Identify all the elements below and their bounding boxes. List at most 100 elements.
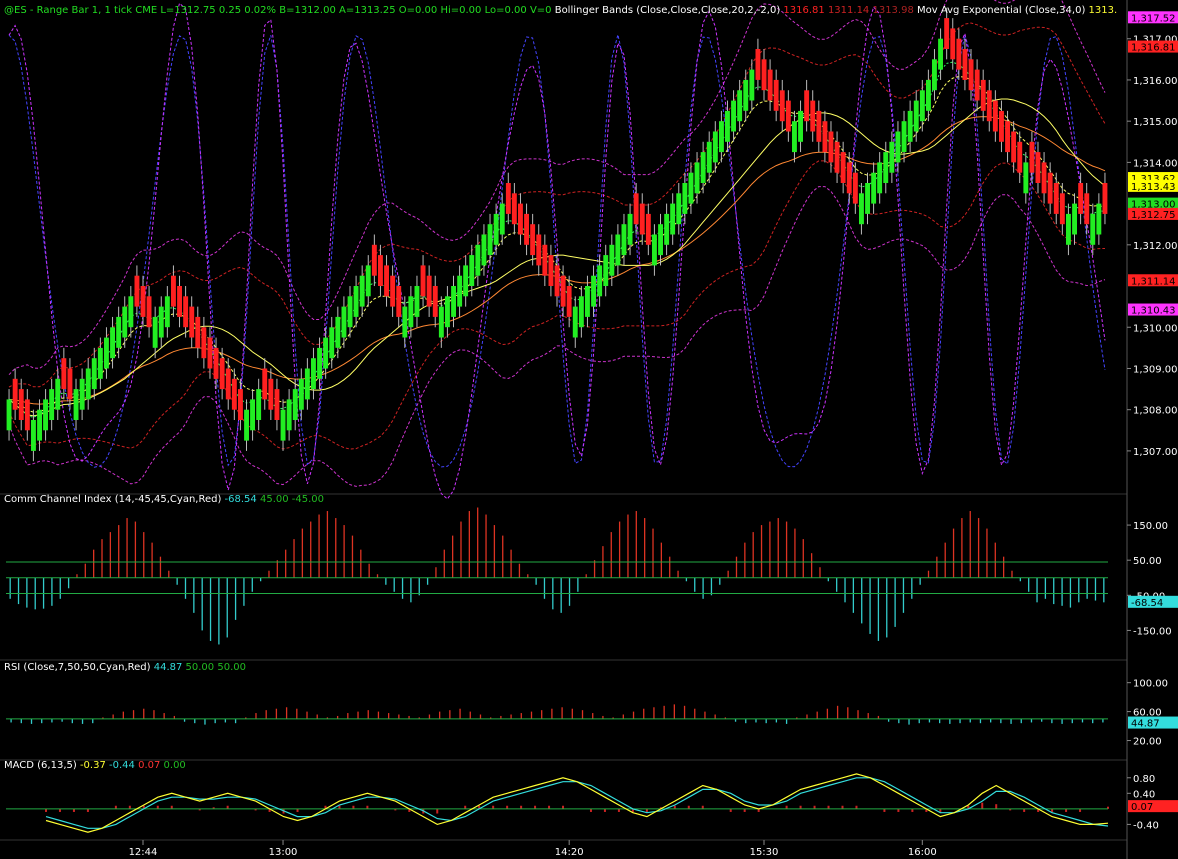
- candle-72: [445, 296, 450, 328]
- price-marker-label-3: 1,313.43: [1131, 182, 1176, 193]
- candle-174: [1066, 213, 1071, 245]
- header-value-7: Lo=0.00: [485, 5, 530, 16]
- candle-157: [962, 49, 968, 80]
- candle-50: [311, 358, 316, 390]
- cci-legend-value-0: -68.54: [225, 494, 260, 505]
- candle-16: [104, 337, 109, 369]
- candle-55: [341, 306, 347, 338]
- candle-170: [1041, 162, 1047, 194]
- price-tick-label-7: 1,308.00: [1133, 406, 1178, 417]
- candle-29: [183, 296, 189, 328]
- indicator-ema-value: 1313.: [1089, 5, 1118, 16]
- candle-91: [560, 275, 566, 307]
- candle-32: [201, 327, 207, 359]
- candle-61: [378, 255, 383, 286]
- candle-13: [85, 368, 91, 400]
- candle-54: [335, 316, 341, 348]
- candle-69: [426, 275, 432, 307]
- candle-57: [353, 286, 359, 317]
- candle-103: [633, 193, 639, 225]
- candle-87: [536, 234, 542, 266]
- candle-7: [49, 389, 55, 420]
- candle-45: [280, 409, 286, 441]
- price-marker-label-0: 1,317.52: [1131, 13, 1176, 24]
- candle-131: [804, 90, 810, 122]
- candle-159: [974, 69, 980, 101]
- header-value-6: Hi=0.00: [440, 5, 484, 16]
- header-value-5: O=0.00: [399, 5, 441, 16]
- rsi-tick-label-0: 100.00: [1133, 679, 1168, 690]
- candle-158: [968, 59, 974, 91]
- candle-130: [798, 110, 803, 142]
- candle-97: [597, 265, 603, 297]
- candle-95: [585, 286, 590, 317]
- time-tick-label-4: 16:00: [908, 847, 937, 858]
- candle-179: [1096, 203, 1102, 235]
- cci-legend-value-1: 45.00: [260, 494, 292, 505]
- price-marker-label-6: 1,311.14: [1131, 276, 1176, 287]
- candle-128: [785, 100, 791, 132]
- candle-3: [24, 399, 30, 431]
- candle-176: [1078, 183, 1084, 214]
- candle-34: [213, 347, 219, 379]
- candle-68: [420, 265, 426, 297]
- candle-46: [286, 399, 292, 431]
- candle-108: [664, 213, 670, 245]
- candle-106: [652, 234, 657, 266]
- chart-header: @ES - Range Bar 1, 1 tick CME L=1312.75 …: [4, 5, 1117, 16]
- time-tick-label-2: 14:20: [555, 847, 584, 858]
- time-tick-label-0: 12:44: [129, 847, 158, 858]
- candle-42: [262, 368, 268, 400]
- cci-last-label: -68.54: [1131, 598, 1163, 609]
- macd-title: MACD (6,13,5) -0.37 -0.44 0.07 0.00: [4, 760, 186, 771]
- candle-21: [134, 275, 140, 307]
- macd-legend-value-0: -0.37: [80, 760, 109, 771]
- candle-63: [390, 275, 396, 307]
- candle-138: [846, 162, 852, 194]
- candle-48: [298, 378, 304, 410]
- price-tick-label-6: 1,309.00: [1133, 364, 1178, 375]
- macd-legend-value-2: 0.07: [138, 760, 163, 771]
- candle-110: [676, 193, 682, 225]
- candle-86: [530, 224, 536, 256]
- header-value-1: 0.25: [219, 5, 244, 16]
- candle-84: [518, 203, 523, 235]
- candle-85: [524, 213, 529, 245]
- candle-161: [986, 90, 992, 122]
- cci-tick-label-1: 50.00: [1133, 556, 1162, 567]
- candle-126: [773, 79, 779, 111]
- candle-164: [1005, 121, 1010, 153]
- candle-122: [749, 69, 755, 101]
- candle-76: [469, 255, 475, 286]
- candle-117: [719, 121, 724, 153]
- candle-77: [475, 244, 481, 276]
- candle-70: [432, 286, 438, 317]
- candle-27: [171, 275, 176, 307]
- indicator-bollinger-value-2: 1313.98: [872, 5, 917, 16]
- price-tick-label-8: 1,307.00: [1133, 447, 1178, 458]
- candle-8: [55, 378, 61, 410]
- price-tick-label-2: 1,315.00: [1133, 117, 1178, 128]
- candle-143: [877, 162, 883, 194]
- candle-6: [43, 399, 48, 431]
- candle-47: [292, 389, 298, 420]
- candle-178: [1090, 213, 1096, 245]
- candle-5: [37, 409, 42, 441]
- candle-118: [725, 110, 730, 142]
- candle-37: [231, 378, 237, 410]
- candle-79: [487, 224, 493, 256]
- candle-165: [1011, 131, 1017, 163]
- candle-140: [859, 193, 864, 225]
- candle-74: [457, 275, 463, 307]
- candle-177: [1084, 193, 1090, 225]
- candle-15: [97, 347, 103, 379]
- candle-152: [932, 59, 937, 91]
- candle-65: [402, 306, 408, 338]
- candle-111: [682, 183, 688, 214]
- macd-name: MACD (6,13,5): [4, 760, 80, 771]
- candle-93: [572, 306, 578, 338]
- cci-tick-label-3: -150.00: [1133, 626, 1172, 637]
- candle-66: [408, 296, 414, 328]
- rsi-name: RSI (Close,7,50,50,Cyan,Red): [4, 662, 154, 673]
- candle-162: [992, 100, 998, 132]
